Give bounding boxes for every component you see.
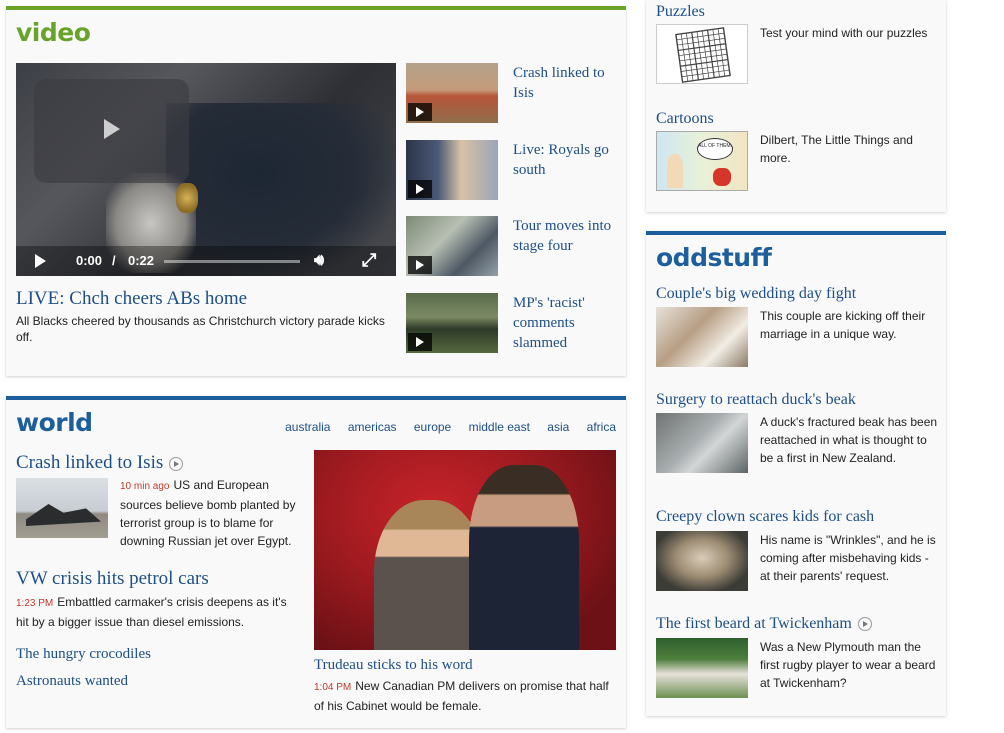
- video-item-title[interactable]: MP's 'racist' comments slammed: [513, 293, 623, 353]
- puzzles-title[interactable]: Puzzles: [656, 3, 705, 21]
- play-icon: [104, 119, 120, 139]
- feature-photo[interactable]: [314, 450, 616, 650]
- big-play-button[interactable]: [34, 79, 189, 183]
- feature-summary-text: New Canadian PM delivers on promise that…: [314, 679, 609, 713]
- oddstuff-panel: oddstuff Couple's big wedding day fight …: [646, 231, 946, 716]
- video-list-item[interactable]: Tour moves into stage four: [406, 216, 616, 280]
- play-icon: [408, 333, 432, 351]
- puzzles-description: Test your mind with our puzzles: [760, 26, 928, 40]
- story-summary: 1:23 PM Embattled carmaker's crisis deepe…: [16, 593, 301, 631]
- oddstuff-summary: This couple are kicking off their marria…: [760, 309, 926, 341]
- play-icon: [408, 256, 432, 274]
- oddstuff-thumbnail[interactable]: [656, 413, 748, 473]
- world-section-title[interactable]: world: [16, 408, 93, 437]
- speech-bubble: ALL OF THEM.: [697, 138, 733, 160]
- video-item-title[interactable]: Crash linked to Isis: [513, 63, 623, 103]
- region-link-australia[interactable]: australia: [285, 420, 330, 434]
- plane-wreck-image: [26, 504, 101, 526]
- video-description: All Blacks cheered by thousands as Chris…: [16, 314, 385, 344]
- story-summary: 10 min ago US and European sources believ…: [120, 476, 300, 550]
- video-list-item[interactable]: MP's 'racist' comments slammed: [406, 293, 616, 357]
- region-link-africa[interactable]: africa: [587, 420, 616, 434]
- story-headline[interactable]: VW crisis hits petrol cars: [16, 568, 209, 590]
- oddstuff-headline[interactable]: The first beard at Twickenham: [656, 615, 872, 633]
- cartoon-creature: [713, 168, 731, 186]
- cartoons-thumbnail[interactable]: ALL OF THEM.: [656, 131, 748, 191]
- video-thumbnail[interactable]: [406, 140, 498, 200]
- oddstuff-section-title[interactable]: oddstuff: [656, 243, 772, 272]
- video-list-item[interactable]: Live: Royals go south: [406, 140, 616, 204]
- story-timestamp: 1:04 PM: [314, 682, 352, 693]
- story-timestamp: 1:23 PM: [16, 598, 54, 609]
- puzzles-cartoons-panel: Puzzles Test your mind with our puzzles …: [646, 0, 946, 212]
- video-headline[interactable]: LIVE: Chch cheers ABs home: [16, 288, 247, 310]
- oddstuff-headline[interactable]: Couple's big wedding day fight: [656, 285, 856, 303]
- more-link[interactable]: The hungry crocodiles: [16, 646, 151, 663]
- video-player[interactable]: 0:00 / 0:22 🔊︎ ⤢: [16, 63, 396, 276]
- duration: 0:22: [128, 253, 155, 268]
- oddstuff-headline-text[interactable]: The first beard at Twickenham: [656, 615, 852, 632]
- oddstuff-thumbnail[interactable]: [656, 531, 748, 591]
- play-icon: [408, 103, 432, 121]
- world-region-links: australia americas europe middle east as…: [271, 420, 616, 434]
- region-link-europe[interactable]: europe: [414, 420, 451, 434]
- story-headline-text[interactable]: Crash linked to Isis: [16, 452, 163, 473]
- story-headline[interactable]: Crash linked to Isis: [16, 452, 184, 474]
- progress-bar[interactable]: [164, 260, 300, 263]
- oddstuff-summary: Was a New Plymouth man the first rugby p…: [760, 640, 936, 690]
- oddstuff-thumbnail[interactable]: [656, 638, 748, 698]
- region-link-americas[interactable]: americas: [348, 420, 397, 434]
- feature-caption[interactable]: Trudeau sticks to his word: [314, 657, 473, 674]
- cartoons-title[interactable]: Cartoons: [656, 110, 714, 128]
- video-panel: video 0:00 / 0:22 🔊︎ ⤢ LIVE: Chch cheers…: [6, 6, 626, 376]
- oddstuff-thumbnail[interactable]: [656, 307, 748, 367]
- region-link-middle-east[interactable]: middle east: [469, 420, 530, 434]
- time-separator: /: [112, 253, 116, 268]
- video-thumbnail[interactable]: [406, 63, 498, 123]
- story-summary-text: Embattled carmaker's crisis deepens as i…: [16, 595, 287, 629]
- video-list-item[interactable]: Crash linked to Isis: [406, 63, 616, 127]
- video-frame-trophy: [176, 183, 198, 213]
- story-thumbnail[interactable]: [16, 478, 108, 538]
- fullscreen-icon[interactable]: ⤢: [362, 250, 376, 271]
- video-item-title[interactable]: Tour moves into stage four: [513, 216, 623, 256]
- world-panel: world australia americas europe middle e…: [6, 396, 626, 728]
- play-icon: [408, 180, 432, 198]
- current-time: 0:00: [76, 253, 103, 268]
- cartoon-character: [667, 154, 683, 188]
- video-play-icon[interactable]: [169, 456, 184, 471]
- oddstuff-headline[interactable]: Creepy clown scares kids for cash: [656, 508, 874, 526]
- oddstuff-summary: His name is "Wrinkles", and he is coming…: [760, 533, 936, 583]
- more-link[interactable]: Astronauts wanted: [16, 673, 128, 690]
- photo-figure-man: [469, 465, 579, 650]
- photo-figure-woman: [374, 500, 484, 650]
- sudoku-grid-icon: [675, 27, 731, 83]
- video-thumbnail[interactable]: [406, 293, 498, 353]
- story-timestamp: 10 min ago: [120, 481, 170, 492]
- oddstuff-summary: A duck's fractured beak has been reattac…: [760, 415, 938, 465]
- video-section-title[interactable]: video: [16, 18, 91, 47]
- video-thumbnail[interactable]: [406, 216, 498, 276]
- video-item-title[interactable]: Live: Royals go south: [513, 140, 623, 180]
- player-controls: 0:00 / 0:22 🔊︎ ⤢: [16, 246, 396, 276]
- puzzles-thumbnail[interactable]: [656, 24, 748, 84]
- volume-icon[interactable]: 🔊︎: [314, 252, 324, 270]
- region-link-asia[interactable]: asia: [547, 420, 569, 434]
- video-play-icon[interactable]: [857, 617, 872, 632]
- cartoons-description: Dilbert, The Little Things and more.: [760, 133, 913, 165]
- feature-summary: 1:04 PM New Canadian PM delivers on promi…: [314, 677, 619, 715]
- play-icon[interactable]: [35, 254, 46, 268]
- oddstuff-headline[interactable]: Surgery to reattach duck's beak: [656, 391, 856, 409]
